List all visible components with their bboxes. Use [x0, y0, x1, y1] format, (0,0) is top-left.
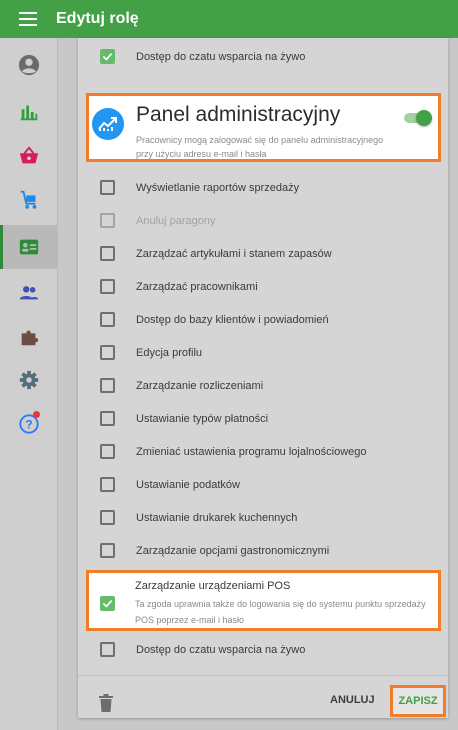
permission-row[interactable]: Dostęp do bazy klientów i powiadomień: [78, 303, 448, 336]
permission-label: Zarządzać pracownikami: [136, 280, 258, 293]
admin-panel-toggle[interactable]: [404, 110, 432, 126]
permission-label: Zarządzać artykułami i stanem zapasów: [136, 247, 332, 260]
permission-label: Dostęp do czatu wsparcia na żywo: [136, 643, 306, 656]
checkbox[interactable]: [100, 642, 115, 657]
permission-row[interactable]: Zarządzanie opcjami gastronomicznymi: [78, 534, 448, 567]
permission-row[interactable]: Zarządzanie rozliczeniami: [78, 369, 448, 402]
permission-row[interactable]: Ustawianie drukarek kuchennych: [78, 501, 448, 534]
checkbox-checked[interactable]: [100, 49, 115, 64]
footer-divider: [78, 675, 448, 676]
permission-label: Ustawianie typów płatności: [136, 412, 269, 425]
checkbox[interactable]: [100, 378, 115, 393]
permission-label: Zarządzanie opcjami gastronomicznymi: [136, 544, 330, 557]
sidebar-item-customers[interactable]: [0, 271, 58, 315]
app-bar: Edytuj rolę: [0, 0, 458, 38]
admin-panel-title: Panel administracyjny: [136, 103, 341, 126]
sidebar-item-integrations[interactable]: [0, 315, 58, 359]
permission-row[interactable]: Dostęp do czatu wsparcia na żywo: [78, 40, 448, 73]
trash-icon[interactable]: [98, 694, 114, 712]
sidebar-item-items[interactable]: [0, 134, 58, 178]
permission-row[interactable]: Wyświetlanie raportów sprzedaży: [78, 171, 448, 204]
checkbox[interactable]: [100, 411, 115, 426]
admin-panel-icon: [92, 108, 124, 140]
checkbox[interactable]: [100, 246, 115, 261]
menu-button[interactable]: [0, 0, 56, 38]
admin-panel-description: Pracownicy mogą zalogować się do panelu …: [136, 135, 384, 159]
check-icon: [102, 600, 113, 608]
pos-permission-title: Zarządzanie urządzeniami POS: [135, 580, 291, 592]
employee-badge-icon: [19, 239, 39, 255]
permission-row: Anuluj paragony: [78, 204, 448, 237]
permission-row[interactable]: Ustawianie typów płatności: [78, 402, 448, 435]
save-button[interactable]: ZAPISZ: [390, 685, 446, 717]
settings-icon: [19, 370, 39, 390]
checkbox[interactable]: [100, 279, 115, 294]
page-title: Edytuj rolę: [56, 10, 139, 27]
checkbox-checked[interactable]: [100, 596, 115, 611]
bar-chart-icon: [20, 105, 38, 121]
permission-label: Zmieniać ustawienia programu lojalnościo…: [136, 445, 367, 458]
checkbox[interactable]: [100, 543, 115, 558]
check-icon: [102, 53, 113, 61]
checkbox[interactable]: [100, 510, 115, 525]
permission-row[interactable]: Ustawianie podatków: [78, 468, 448, 501]
permission-label: Dostęp do czatu wsparcia na żywo: [136, 50, 306, 63]
checkbox[interactable]: [100, 477, 115, 492]
permission-label: Dostęp do bazy klientów i powiadomień: [136, 313, 329, 326]
checkbox[interactable]: [100, 444, 115, 459]
pos-permission-card[interactable]: Zarządzanie urządzeniami POS Ta zgoda up…: [86, 570, 441, 631]
permission-label: Ustawianie podatków: [136, 478, 240, 491]
menu-icon: [19, 12, 37, 26]
basket-icon: [19, 146, 39, 164]
permission-row[interactable]: Edycja profilu: [78, 336, 448, 369]
permission-row[interactable]: Zarządzać artykułami i stanem zapasów: [78, 237, 448, 270]
sidebar-item-employees[interactable]: [0, 225, 58, 269]
sidebar-item-account[interactable]: [0, 43, 58, 87]
cart-icon: [20, 190, 37, 209]
sidebar-item-reports[interactable]: [0, 90, 58, 134]
permission-label: Anuluj paragony: [136, 214, 216, 227]
permission-label: Ustawianie drukarek kuchennych: [136, 511, 298, 524]
toggle-thumb: [416, 110, 432, 126]
trending-chart-icon: [98, 117, 117, 131]
checkbox[interactable]: [100, 312, 115, 327]
permission-label: Zarządzanie rozliczeniami: [136, 379, 264, 392]
permission-row[interactable]: Zarządzać pracownikami: [78, 270, 448, 303]
customers-icon: [19, 286, 39, 300]
sidebar-item-settings[interactable]: [0, 358, 58, 402]
permission-row[interactable]: Dostęp do czatu wsparcia na żywo: [78, 633, 448, 666]
pos-permission-description: Ta zgoda uprawnia także do logowania się…: [135, 599, 426, 625]
svg-text:?: ?: [25, 418, 32, 432]
puzzle-icon: [21, 330, 39, 346]
admin-panel-card: Panel administracyjny Pracownicy mogą za…: [86, 93, 441, 162]
checkbox[interactable]: [100, 345, 115, 360]
notification-badge: [33, 411, 40, 418]
checkbox-disabled: [100, 213, 115, 228]
permission-label: Edycja profilu: [136, 346, 203, 359]
sidebar-item-sales[interactable]: [0, 178, 58, 222]
permission-label: Wyświetlanie raportów sprzedaży: [136, 181, 300, 194]
cancel-button[interactable]: ANULUJ: [330, 694, 375, 706]
permission-row[interactable]: Zmieniać ustawienia programu lojalnościo…: [78, 435, 448, 468]
sidebar-item-help[interactable]: ?: [0, 402, 58, 446]
checkbox[interactable]: [100, 180, 115, 195]
account-circle-icon: [18, 54, 40, 76]
sidebar: ?: [0, 38, 58, 730]
